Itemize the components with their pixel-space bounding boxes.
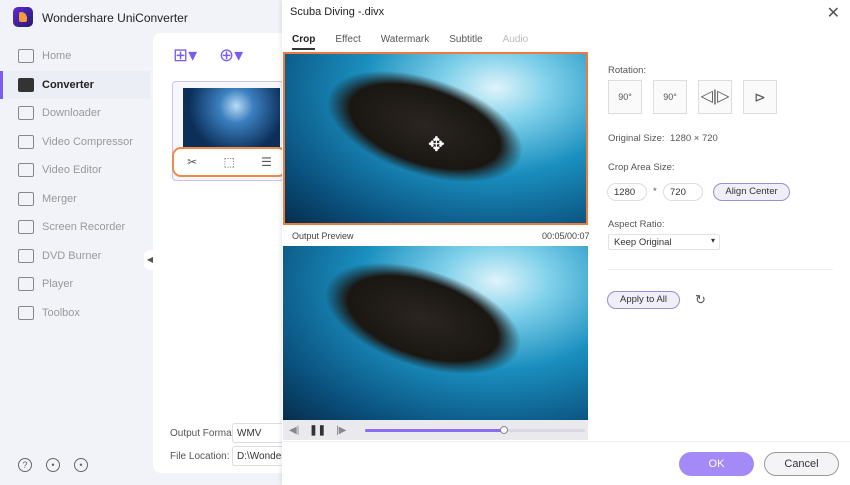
crop-width-input[interactable]: 1280 — [607, 183, 647, 201]
dialog-title: Scuba Diving -.divx — [290, 6, 385, 18]
crop-icon[interactable]: ⬚ — [223, 155, 234, 169]
crop-preview[interactable]: ✥ — [283, 52, 588, 225]
sidebar-item-toolbox[interactable]: Toolbox — [0, 299, 150, 328]
flip-horizontal-button[interactable]: ◁|▷ — [698, 80, 732, 114]
label: Player — [42, 278, 74, 291]
sidebar-item-video-compressor[interactable]: Video Compressor — [0, 128, 150, 157]
label: Toolbox — [42, 306, 80, 319]
flip-vertical-button[interactable]: ⊳ — [743, 80, 777, 114]
record-icon — [18, 220, 34, 235]
sidebar-item-merger[interactable]: Merger — [0, 185, 150, 214]
label: Converter — [42, 78, 94, 91]
close-icon[interactable]: ✕ — [827, 3, 840, 23]
app-logo — [13, 7, 33, 27]
tab-watermark[interactable]: Watermark — [381, 34, 430, 50]
reset-icon[interactable]: ↻ — [695, 292, 706, 308]
help-icon[interactable]: ? — [18, 458, 32, 472]
crop-area-label: Crop Area Size: — [608, 162, 675, 173]
sidebar-item-home[interactable]: Home — [0, 42, 150, 71]
scissors-icon — [18, 163, 34, 178]
apply-to-all-button[interactable]: Apply to All — [607, 291, 680, 309]
home-icon — [18, 49, 34, 64]
tab-effect[interactable]: Effect — [335, 34, 360, 50]
tab-crop[interactable]: Crop — [292, 34, 316, 50]
sidebar-item-converter[interactable]: Converter — [0, 70, 150, 99]
player-controls: ◀| ❚❚ |▶ — [283, 420, 588, 440]
rotation-label: Rotation: — [608, 65, 647, 76]
previous-frame-icon[interactable]: ◀| — [289, 425, 299, 436]
next-frame-icon[interactable]: |▶ — [336, 425, 346, 436]
converter-icon — [18, 77, 34, 92]
seek-handle[interactable] — [499, 426, 508, 434]
playback-time: 00:05/00:07 — [542, 231, 590, 241]
label: DVD Burner — [42, 249, 102, 262]
original-size-label: Original Size: — [608, 133, 665, 144]
ok-button[interactable]: OK — [679, 452, 754, 476]
dialog-footer: OK Cancel — [282, 441, 850, 485]
cancel-button[interactable]: Cancel — [764, 452, 839, 476]
label: Video Editor — [42, 164, 102, 177]
play-icon — [18, 277, 34, 292]
tab-bar: Crop Effect Watermark Subtitle Audio — [292, 34, 528, 50]
app-title: Wondershare UniConverter — [42, 11, 188, 25]
sidebar-item-video-editor[interactable]: Video Editor — [0, 156, 150, 185]
tab-audio: Audio — [502, 34, 529, 45]
output-preview — [283, 246, 588, 420]
tab-subtitle[interactable]: Subtitle — [449, 34, 482, 50]
flip-vertical-icon: ⊳ — [754, 89, 766, 105]
download-icon — [18, 106, 34, 121]
sidebar-item-downloader[interactable]: Downloader — [0, 99, 150, 128]
label: Merger — [42, 192, 77, 205]
move-icon[interactable]: ✥ — [428, 132, 445, 157]
output-preview-label: Output Preview — [292, 231, 354, 241]
crop-size-separator: * — [653, 186, 657, 197]
label: Downloader — [42, 107, 101, 120]
sidebar-item-screen-recorder[interactable]: Screen Recorder — [0, 213, 150, 242]
diver-image — [315, 54, 535, 203]
rotate-clockwise-button[interactable]: 90° — [608, 80, 642, 114]
feedback-icon[interactable]: • — [74, 458, 88, 472]
output-format-label: Output Format: — [170, 428, 238, 439]
add-file-button[interactable]: ⊞▾ — [173, 45, 197, 66]
crop-height-input[interactable]: 720 — [663, 183, 703, 201]
seek-progress — [365, 429, 504, 432]
collapse-sidebar-button[interactable]: ◀ — [144, 250, 156, 270]
original-size-value: 1280 × 720 — [670, 133, 718, 144]
converter-panel: ⊞▾ ⊕▾ — [153, 33, 288, 473]
sidebar-item-player[interactable]: Player — [0, 270, 150, 299]
output-format-select[interactable]: WMV — [232, 423, 287, 443]
bell-icon[interactable]: • — [46, 458, 60, 472]
diver-image — [313, 246, 533, 395]
rotate-ccw-icon: 90° — [663, 92, 677, 102]
trim-icon[interactable]: ✂ — [187, 155, 197, 169]
crop-dialog: Scuba Diving -.divx ✕ Crop Effect Waterm… — [282, 0, 850, 485]
flip-horizontal-icon: ◁|▷ — [700, 88, 730, 105]
rotate-cw-icon: 90° — [618, 92, 632, 102]
add-dvd-button[interactable]: ⊕▾ — [219, 45, 243, 66]
disc-icon — [18, 248, 34, 263]
seek-slider[interactable] — [365, 426, 585, 434]
aspect-ratio-select[interactable]: Keep Original — [608, 234, 720, 250]
sidebar-footer: ? • • — [18, 458, 88, 472]
aspect-ratio-label: Aspect Ratio: — [608, 219, 665, 230]
rotate-counterclockwise-button[interactable]: 90° — [653, 80, 687, 114]
video-card-tools: ✂ ⬚ ☰ — [172, 147, 287, 177]
sidebar: Home Converter Downloader Video Compress… — [0, 42, 150, 327]
file-location-label: File Location: — [170, 451, 230, 462]
label: Home — [42, 50, 72, 63]
merge-icon — [18, 191, 34, 206]
label: Screen Recorder — [42, 221, 126, 234]
divider — [608, 269, 833, 270]
effects-menu-icon[interactable]: ☰ — [261, 155, 272, 169]
toolbox-icon — [18, 305, 34, 320]
align-center-button[interactable]: Align Center — [713, 183, 790, 201]
sidebar-item-dvd-burner[interactable]: DVD Burner — [0, 242, 150, 271]
file-location-input[interactable]: D:\Wonders — [232, 446, 290, 466]
compress-icon — [18, 134, 34, 149]
label: Video Compressor — [42, 135, 133, 148]
video-thumbnail — [183, 88, 280, 148]
pause-icon[interactable]: ❚❚ — [309, 425, 326, 436]
